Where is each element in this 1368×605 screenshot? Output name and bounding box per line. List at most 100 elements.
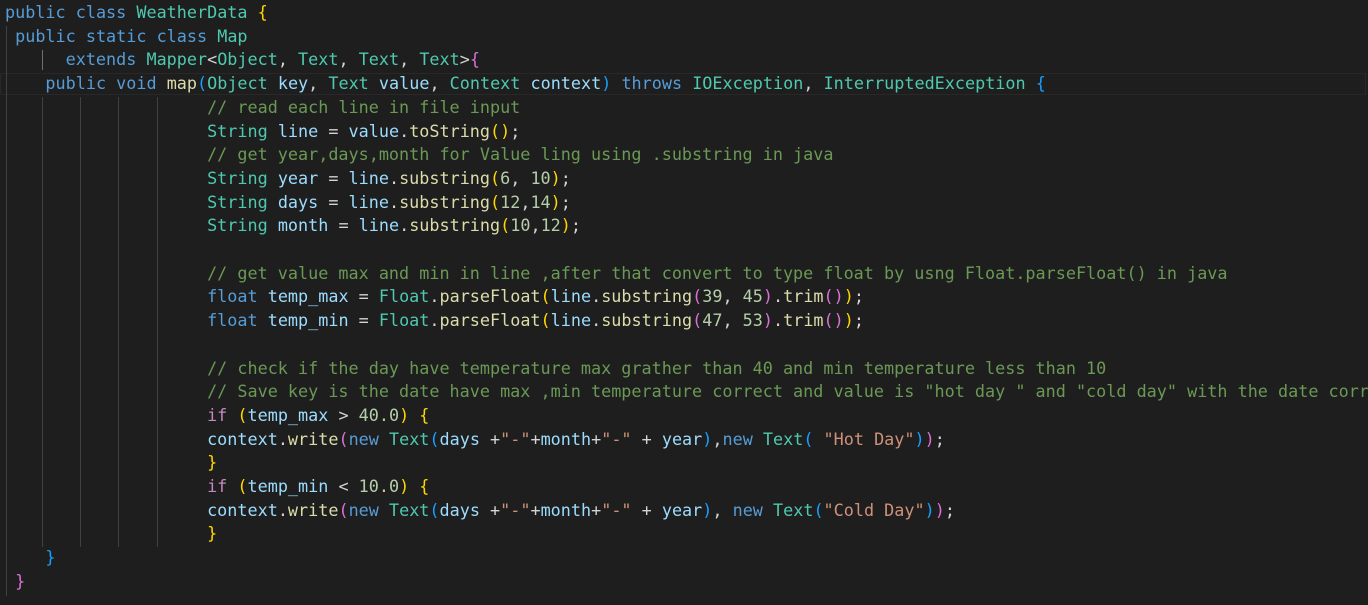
code-token: String — [207, 191, 268, 212]
code-token: . — [773, 310, 784, 331]
code-line[interactable]: float temp_max = Float.parseFloat(line.s… — [5, 285, 864, 309]
code-token: "-" — [601, 499, 632, 520]
code-line[interactable]: if (temp_max > 40.0) { — [5, 404, 429, 428]
code-token: 39 — [702, 286, 723, 307]
code-token: Float — [378, 310, 430, 331]
code-token: class — [156, 25, 208, 46]
code-token: Object — [217, 49, 278, 70]
code-token: value — [348, 120, 400, 141]
code-line[interactable]: String month = line.substring(10,12); — [5, 214, 581, 238]
code-token: line — [358, 215, 400, 236]
code-token: , — [510, 167, 531, 188]
code-line[interactable]: // check if the day have temperature max… — [5, 357, 1106, 381]
code-token: ; — [934, 428, 945, 449]
code-token: , — [530, 215, 541, 236]
code-token: + — [530, 428, 541, 449]
code-token: ( — [490, 191, 501, 212]
code-line[interactable]: // get value max and min in line ,after … — [5, 262, 1227, 286]
code-token: , — [277, 49, 299, 70]
code-line[interactable]: String line = value.toString(); — [5, 120, 520, 144]
code-token: ) — [560, 215, 571, 236]
code-token: WeatherData — [136, 2, 248, 22]
code-token: ( — [803, 428, 814, 449]
code-token: Text — [762, 428, 804, 449]
code-token: write — [287, 499, 339, 520]
code-token: + — [591, 428, 602, 449]
code-token: public — [45, 73, 107, 94]
code-token: Text — [358, 49, 400, 70]
code-line[interactable]: if (temp_min < 10.0) { — [5, 475, 429, 499]
code-token: } — [15, 570, 26, 591]
code-token: , — [429, 73, 450, 94]
code-token: 10.0 — [358, 476, 400, 496]
code-line[interactable]: extends Mapper<Object, Text, Text, Text>… — [5, 48, 480, 72]
code-line[interactable]: } — [5, 570, 25, 594]
code-token: } — [207, 452, 218, 473]
code-token: map — [166, 73, 197, 94]
code-token: Float — [378, 286, 430, 307]
code-token: 45 — [742, 286, 763, 307]
code-line[interactable]: String days = line.substring(12,14); — [5, 191, 571, 215]
code-line[interactable]: } — [5, 546, 55, 570]
code-token: substring — [601, 310, 693, 331]
code-line[interactable]: public class WeatherData { — [5, 1, 268, 25]
code-token: ) — [843, 286, 854, 307]
code-token: () — [823, 286, 844, 307]
code-token: ( — [237, 476, 248, 496]
code-token: extends — [65, 49, 137, 70]
code-token: ( — [692, 286, 703, 307]
code-editor[interactable]: public class WeatherData { public static… — [0, 0, 1368, 605]
code-token: ) — [550, 191, 561, 212]
code-line[interactable]: // read each line in file input — [5, 96, 520, 120]
code-token: , — [712, 428, 723, 449]
code-token: < — [207, 49, 218, 70]
code-token: . — [399, 215, 410, 236]
code-token: throws — [621, 73, 683, 94]
code-line[interactable]: String year = line.substring(6, 10); — [5, 167, 571, 191]
code-token: String — [207, 120, 268, 141]
code-token: ) — [934, 499, 945, 520]
code-token: temp_min — [247, 476, 329, 496]
code-line[interactable]: // get year,days,month for Value ling us… — [5, 143, 833, 167]
code-token: = — [318, 120, 349, 141]
code-token: { — [419, 404, 430, 425]
code-token: month — [540, 428, 592, 449]
code-token: . — [399, 120, 410, 141]
code-token: ; — [570, 215, 581, 236]
code-line[interactable]: // Save key is the date have max ,min te… — [5, 380, 1368, 404]
code-line[interactable]: } — [5, 451, 217, 475]
code-token: parseFloat — [439, 286, 541, 307]
code-line[interactable]: context.write(new Text(days +"-"+month+"… — [5, 428, 945, 452]
code-line[interactable]: public void map(Object key, Text value, … — [5, 72, 1045, 96]
code-token: Text — [298, 49, 339, 70]
code-line[interactable]: context.write(new Text(days +"-"+month+"… — [5, 499, 955, 523]
code-token: Text — [328, 73, 369, 94]
code-token: + — [591, 499, 602, 520]
code-token: value — [378, 73, 430, 94]
code-token: line — [550, 286, 592, 307]
code-line[interactable]: } — [5, 522, 217, 546]
code-line[interactable]: float temp_min = Float.parseFloat(line.s… — [5, 309, 864, 333]
code-line[interactable]: public static class Map — [5, 25, 247, 49]
